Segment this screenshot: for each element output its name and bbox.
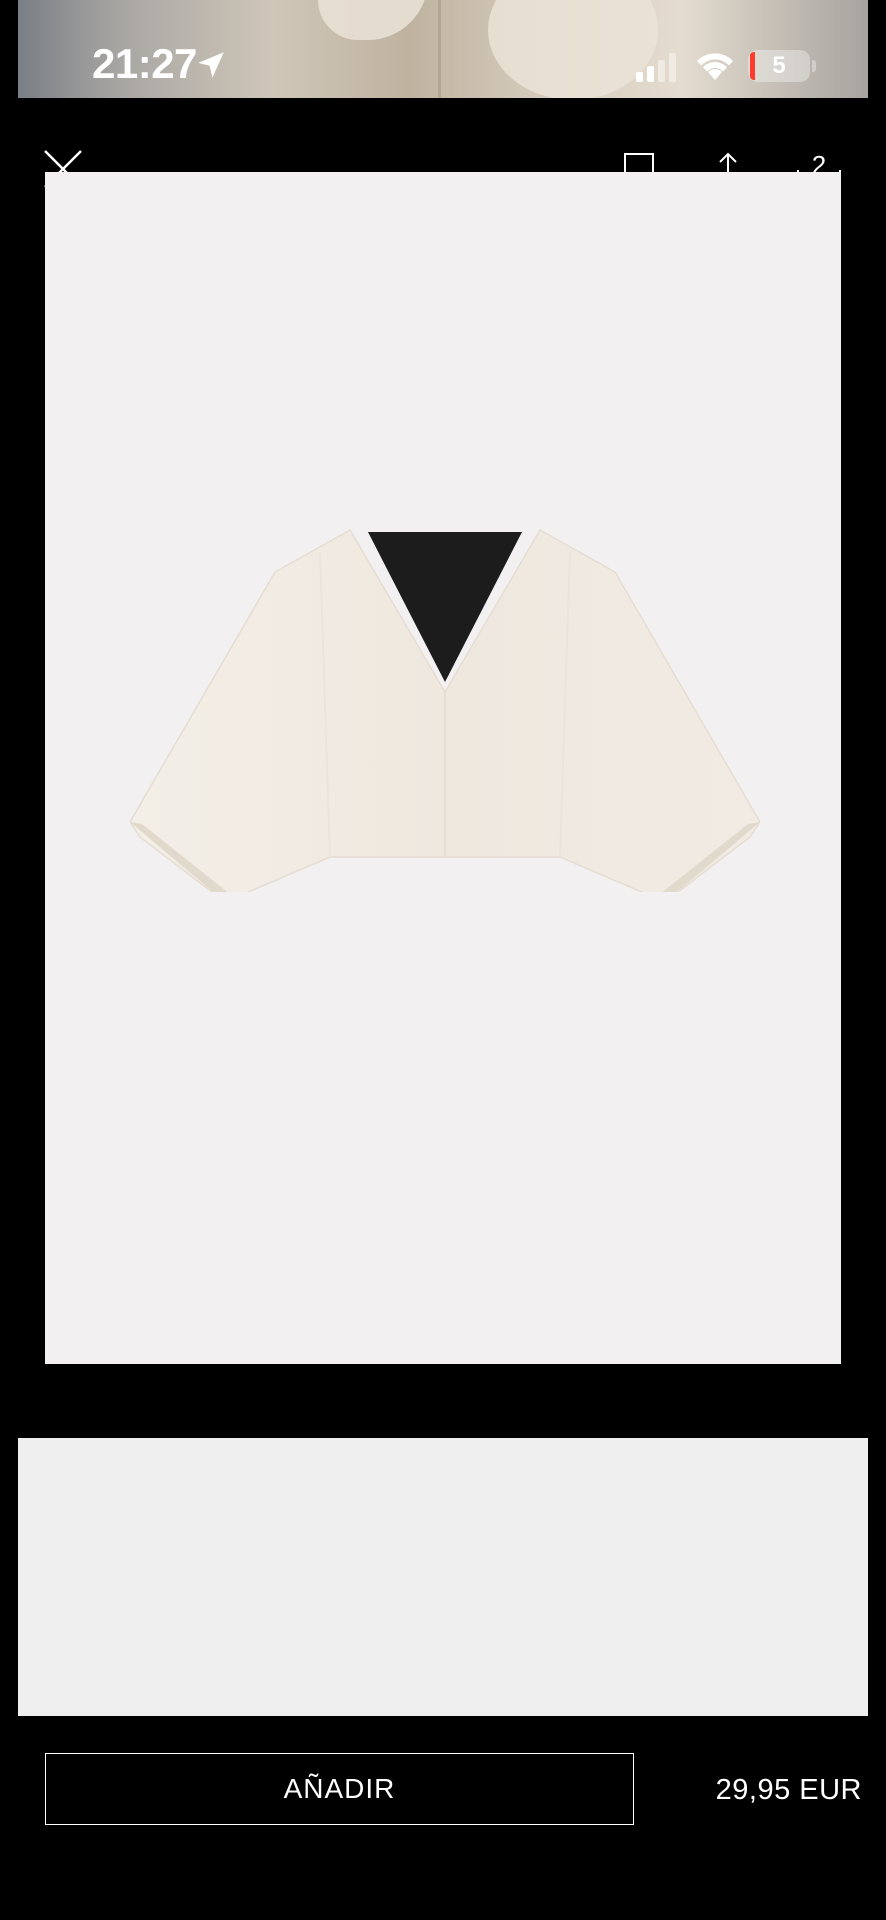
add-to-cart-button[interactable]: AÑADIR	[45, 1753, 634, 1825]
garment-illustration	[130, 528, 760, 892]
status-bar: 21:27 5	[0, 0, 886, 98]
product-price: 29,95 EUR	[715, 1774, 862, 1806]
product-image[interactable]	[45, 172, 841, 1364]
product-image-secondary[interactable]	[18, 1438, 868, 1716]
location-arrow-icon	[198, 52, 224, 78]
status-time: 21:27	[92, 40, 197, 87]
battery-level: 5	[772, 52, 786, 79]
product-detail-screen: 21:27 5 2 AÑADIR 29,95 EUR	[0, 0, 886, 1920]
cellular-signal-icon	[636, 53, 676, 82]
battery-indicator: 5	[748, 50, 810, 82]
wifi-icon	[697, 53, 733, 80]
